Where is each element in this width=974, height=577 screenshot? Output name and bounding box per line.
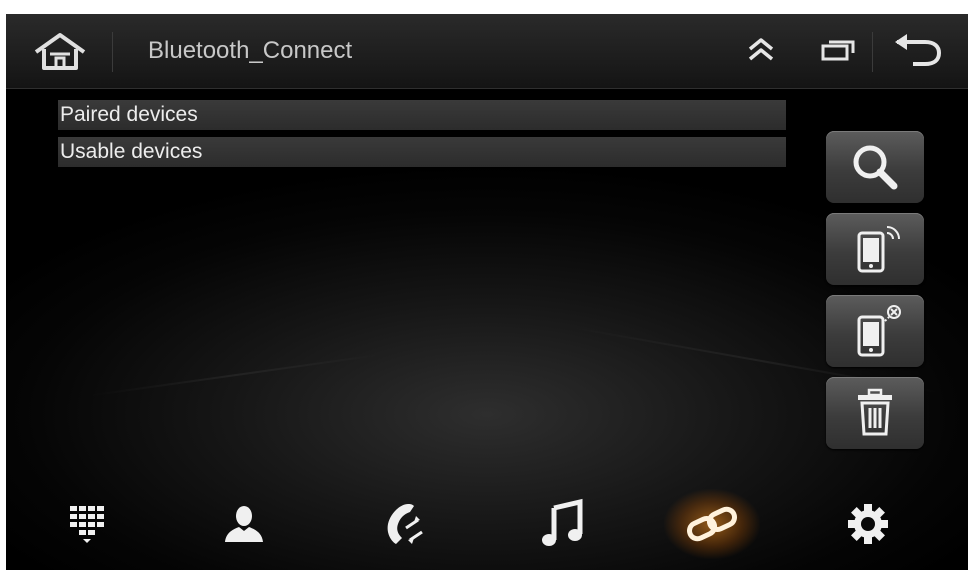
contacts-icon	[225, 506, 263, 542]
nav-call-log[interactable]	[344, 478, 464, 570]
top-bar: Bluetooth_Connect	[6, 14, 968, 89]
paired-devices-label: Paired devices	[60, 103, 198, 126]
home-button[interactable]	[28, 28, 92, 76]
nav-contacts[interactable]	[184, 478, 304, 570]
music-icon	[542, 498, 583, 546]
trash-icon	[858, 388, 892, 436]
search-devices-button[interactable]	[826, 131, 924, 203]
recent-apps-button[interactable]	[814, 32, 862, 68]
paired-devices-row[interactable]: Paired devices	[58, 100, 786, 130]
back-button[interactable]	[882, 30, 952, 72]
nav-bluetooth-connect[interactable]	[652, 478, 772, 570]
recent-apps-icon	[821, 40, 855, 61]
link-icon	[686, 506, 738, 542]
delete-device-button[interactable]	[826, 377, 924, 449]
page-title: Bluetooth_Connect	[148, 37, 353, 64]
nav-music[interactable]	[502, 478, 622, 570]
call-log-icon	[387, 504, 423, 544]
phone-signal-icon	[857, 226, 900, 273]
bottom-nav	[6, 478, 968, 570]
disconnect-device-button[interactable]	[826, 295, 924, 367]
chevron-up-icon	[748, 38, 774, 61]
dialpad-icon	[70, 506, 104, 543]
phone-disconnect-icon	[857, 305, 901, 357]
usable-devices-label: Usable devices	[60, 140, 203, 163]
nav-dialpad[interactable]	[28, 478, 148, 570]
usable-devices-row[interactable]: Usable devices	[58, 137, 786, 167]
connect-device-button[interactable]	[826, 213, 924, 285]
nav-settings[interactable]	[808, 478, 928, 570]
top-bar-divider	[112, 32, 113, 72]
home-icon	[34, 33, 86, 70]
top-bar-divider	[872, 32, 873, 72]
search-icon	[853, 145, 898, 190]
bluetooth-screen: Bluetooth_Connect Paired devices Usable …	[6, 14, 968, 570]
back-icon	[895, 34, 942, 66]
settings-icon	[848, 504, 888, 544]
collapse-button[interactable]	[740, 32, 782, 68]
background-light-streak	[87, 353, 385, 397]
